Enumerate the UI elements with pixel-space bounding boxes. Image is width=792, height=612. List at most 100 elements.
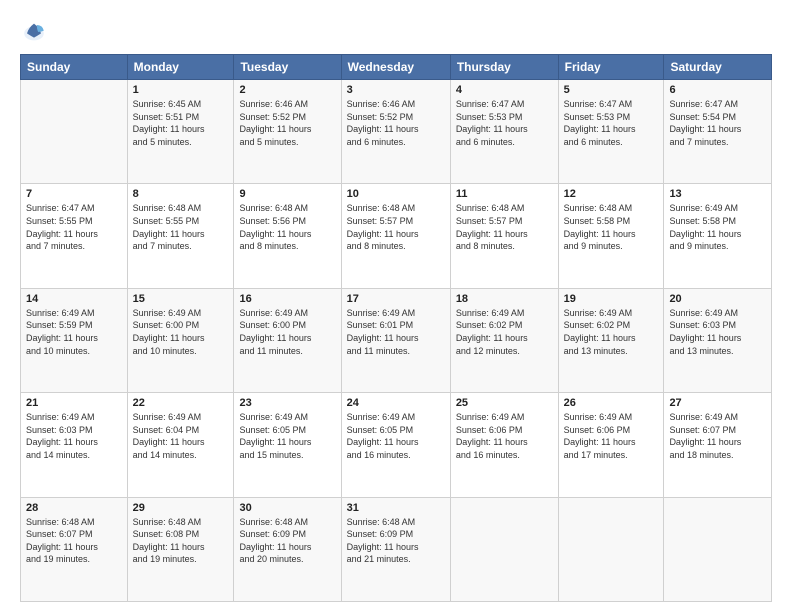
week-row-5: 28 Sunrise: 6:48 AM Sunset: 6:07 PM Dayli… bbox=[21, 497, 772, 601]
day-info: Sunrise: 6:47 AM Sunset: 5:54 PM Dayligh… bbox=[669, 98, 766, 148]
day-info: Sunrise: 6:49 AM Sunset: 6:07 PM Dayligh… bbox=[669, 411, 766, 461]
day-number: 13 bbox=[669, 188, 766, 200]
week-row-4: 21Sunrise: 6:49 AM Sunset: 6:03 PM Dayli… bbox=[21, 393, 772, 497]
day-info: Sunrise: 6:45 AM Sunset: 5:51 PM Dayligh… bbox=[133, 98, 229, 148]
weekday-header-tuesday: Tuesday bbox=[234, 55, 341, 80]
calendar-cell: 12Sunrise: 6:48 AM Sunset: 5:58 PM Dayli… bbox=[558, 184, 664, 288]
calendar-cell: 5Sunrise: 6:47 AM Sunset: 5:53 PM Daylig… bbox=[558, 80, 664, 184]
day-number: 10 bbox=[347, 188, 445, 200]
day-number: 26 bbox=[564, 397, 659, 409]
day-number: 28 bbox=[26, 502, 122, 514]
day-number: 5 bbox=[564, 84, 659, 96]
day-info: Sunrise: 6:48 AM Sunset: 6:09 PM Dayligh… bbox=[347, 516, 445, 566]
day-info: Sunrise: 6:48 AM Sunset: 6:07 PM Dayligh… bbox=[26, 516, 122, 566]
calendar-cell: 24 Sunrise: 6:49 AM Sunset: 6:05 PM Dayli… bbox=[341, 393, 450, 497]
calendar-cell bbox=[450, 497, 558, 601]
day-info: Sunrise: 6:49 AM Sunset: 6:03 PM Dayligh… bbox=[669, 307, 766, 357]
calendar-cell: 6 Sunrise: 6:47 AM Sunset: 5:54 PM Daylig… bbox=[664, 80, 772, 184]
calendar-cell: 21Sunrise: 6:49 AM Sunset: 6:03 PM Dayli… bbox=[21, 393, 128, 497]
calendar-cell: 25 Sunrise: 6:49 AM Sunset: 6:06 PM Dayli… bbox=[450, 393, 558, 497]
day-number: 16 bbox=[239, 293, 335, 305]
calendar-cell: 14 Sunrise: 6:49 AM Sunset: 5:59 PM Dayli… bbox=[21, 288, 128, 392]
weekday-header-row: SundayMondayTuesdayWednesdayThursdayFrid… bbox=[21, 55, 772, 80]
calendar-cell: 11 Sunrise: 6:48 AM Sunset: 5:57 PM Dayli… bbox=[450, 184, 558, 288]
day-info: Sunrise: 6:47 AM Sunset: 5:55 PM Dayligh… bbox=[26, 202, 122, 252]
calendar-cell: 31Sunrise: 6:48 AM Sunset: 6:09 PM Dayli… bbox=[341, 497, 450, 601]
day-info: Sunrise: 6:48 AM Sunset: 5:56 PM Dayligh… bbox=[239, 202, 335, 252]
day-number: 18 bbox=[456, 293, 553, 305]
day-number: 4 bbox=[456, 84, 553, 96]
calendar-cell: 3 Sunrise: 6:46 AM Sunset: 5:52 PM Daylig… bbox=[341, 80, 450, 184]
weekday-header-friday: Friday bbox=[558, 55, 664, 80]
calendar-cell: 10 Sunrise: 6:48 AM Sunset: 5:57 PM Dayli… bbox=[341, 184, 450, 288]
week-row-2: 7 Sunrise: 6:47 AM Sunset: 5:55 PM Daylig… bbox=[21, 184, 772, 288]
day-number: 8 bbox=[133, 188, 229, 200]
calendar-cell: 30 Sunrise: 6:48 AM Sunset: 6:09 PM Dayli… bbox=[234, 497, 341, 601]
calendar-cell: 20 Sunrise: 6:49 AM Sunset: 6:03 PM Dayli… bbox=[664, 288, 772, 392]
calendar-cell bbox=[664, 497, 772, 601]
calendar-cell bbox=[21, 80, 128, 184]
weekday-header-sunday: Sunday bbox=[21, 55, 128, 80]
day-number: 24 bbox=[347, 397, 445, 409]
day-number: 12 bbox=[564, 188, 659, 200]
calendar-cell: 15 Sunrise: 6:49 AM Sunset: 6:00 PM Dayli… bbox=[127, 288, 234, 392]
week-row-1: 1 Sunrise: 6:45 AM Sunset: 5:51 PM Daylig… bbox=[21, 80, 772, 184]
day-info: Sunrise: 6:49 AM Sunset: 6:02 PM Dayligh… bbox=[456, 307, 553, 357]
day-number: 25 bbox=[456, 397, 553, 409]
day-info: Sunrise: 6:49 AM Sunset: 5:59 PM Dayligh… bbox=[26, 307, 122, 357]
day-info: Sunrise: 6:46 AM Sunset: 5:52 PM Dayligh… bbox=[239, 98, 335, 148]
calendar-cell: 7 Sunrise: 6:47 AM Sunset: 5:55 PM Daylig… bbox=[21, 184, 128, 288]
logo-icon bbox=[20, 18, 48, 46]
day-info: Sunrise: 6:49 AM Sunset: 6:05 PM Dayligh… bbox=[239, 411, 335, 461]
day-info: Sunrise: 6:49 AM Sunset: 6:00 PM Dayligh… bbox=[133, 307, 229, 357]
header bbox=[20, 18, 772, 46]
day-info: Sunrise: 6:49 AM Sunset: 6:04 PM Dayligh… bbox=[133, 411, 229, 461]
day-number: 15 bbox=[133, 293, 229, 305]
calendar-cell: 9 Sunrise: 6:48 AM Sunset: 5:56 PM Daylig… bbox=[234, 184, 341, 288]
day-number: 22 bbox=[133, 397, 229, 409]
calendar-cell: 4Sunrise: 6:47 AM Sunset: 5:53 PM Daylig… bbox=[450, 80, 558, 184]
logo bbox=[20, 18, 52, 46]
calendar-cell: 1 Sunrise: 6:45 AM Sunset: 5:51 PM Daylig… bbox=[127, 80, 234, 184]
day-number: 3 bbox=[347, 84, 445, 96]
day-info: Sunrise: 6:49 AM Sunset: 6:06 PM Dayligh… bbox=[456, 411, 553, 461]
day-number: 9 bbox=[239, 188, 335, 200]
day-number: 6 bbox=[669, 84, 766, 96]
week-row-3: 14 Sunrise: 6:49 AM Sunset: 5:59 PM Dayli… bbox=[21, 288, 772, 392]
calendar-cell: 28 Sunrise: 6:48 AM Sunset: 6:07 PM Dayli… bbox=[21, 497, 128, 601]
day-info: Sunrise: 6:48 AM Sunset: 5:57 PM Dayligh… bbox=[456, 202, 553, 252]
day-info: Sunrise: 6:46 AM Sunset: 5:52 PM Dayligh… bbox=[347, 98, 445, 148]
day-info: Sunrise: 6:49 AM Sunset: 5:58 PM Dayligh… bbox=[669, 202, 766, 252]
day-info: Sunrise: 6:49 AM Sunset: 6:00 PM Dayligh… bbox=[239, 307, 335, 357]
day-number: 11 bbox=[456, 188, 553, 200]
weekday-header-saturday: Saturday bbox=[664, 55, 772, 80]
calendar-cell: 17Sunrise: 6:49 AM Sunset: 6:01 PM Dayli… bbox=[341, 288, 450, 392]
day-info: Sunrise: 6:48 AM Sunset: 5:57 PM Dayligh… bbox=[347, 202, 445, 252]
weekday-header-thursday: Thursday bbox=[450, 55, 558, 80]
day-info: Sunrise: 6:49 AM Sunset: 6:01 PM Dayligh… bbox=[347, 307, 445, 357]
calendar-cell: 23 Sunrise: 6:49 AM Sunset: 6:05 PM Dayli… bbox=[234, 393, 341, 497]
day-number: 21 bbox=[26, 397, 122, 409]
calendar-cell: 26Sunrise: 6:49 AM Sunset: 6:06 PM Dayli… bbox=[558, 393, 664, 497]
day-number: 27 bbox=[669, 397, 766, 409]
day-number: 30 bbox=[239, 502, 335, 514]
day-info: Sunrise: 6:48 AM Sunset: 6:08 PM Dayligh… bbox=[133, 516, 229, 566]
day-number: 19 bbox=[564, 293, 659, 305]
weekday-header-wednesday: Wednesday bbox=[341, 55, 450, 80]
calendar-table: SundayMondayTuesdayWednesdayThursdayFrid… bbox=[20, 54, 772, 602]
day-number: 23 bbox=[239, 397, 335, 409]
day-info: Sunrise: 6:49 AM Sunset: 6:05 PM Dayligh… bbox=[347, 411, 445, 461]
day-number: 2 bbox=[239, 84, 335, 96]
calendar-cell: 22 Sunrise: 6:49 AM Sunset: 6:04 PM Dayli… bbox=[127, 393, 234, 497]
calendar-cell: 16 Sunrise: 6:49 AM Sunset: 6:00 PM Dayli… bbox=[234, 288, 341, 392]
day-number: 1 bbox=[133, 84, 229, 96]
calendar-cell: 18 Sunrise: 6:49 AM Sunset: 6:02 PM Dayli… bbox=[450, 288, 558, 392]
day-number: 20 bbox=[669, 293, 766, 305]
calendar-cell: 19Sunrise: 6:49 AM Sunset: 6:02 PM Dayli… bbox=[558, 288, 664, 392]
day-info: Sunrise: 6:48 AM Sunset: 5:55 PM Dayligh… bbox=[133, 202, 229, 252]
day-number: 29 bbox=[133, 502, 229, 514]
calendar-cell: 8 Sunrise: 6:48 AM Sunset: 5:55 PM Daylig… bbox=[127, 184, 234, 288]
day-number: 14 bbox=[26, 293, 122, 305]
day-number: 7 bbox=[26, 188, 122, 200]
day-info: Sunrise: 6:48 AM Sunset: 6:09 PM Dayligh… bbox=[239, 516, 335, 566]
